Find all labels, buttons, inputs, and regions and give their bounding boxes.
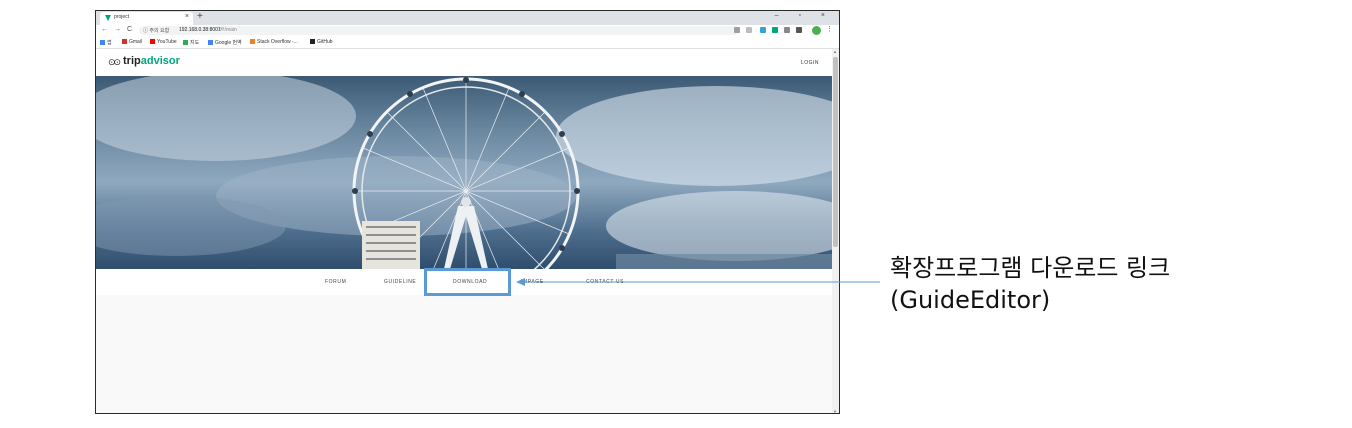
annotation-line-2: (GuideEditor) (890, 286, 1051, 314)
annotation-line-1: 확장프로그램 다운로드 링크 (890, 254, 1171, 282)
annotation-label: 확장프로그램 다운로드 링크 (GuideEditor) (890, 252, 1170, 316)
arrow-head-icon (516, 278, 525, 286)
annotation-arrow (516, 278, 880, 286)
